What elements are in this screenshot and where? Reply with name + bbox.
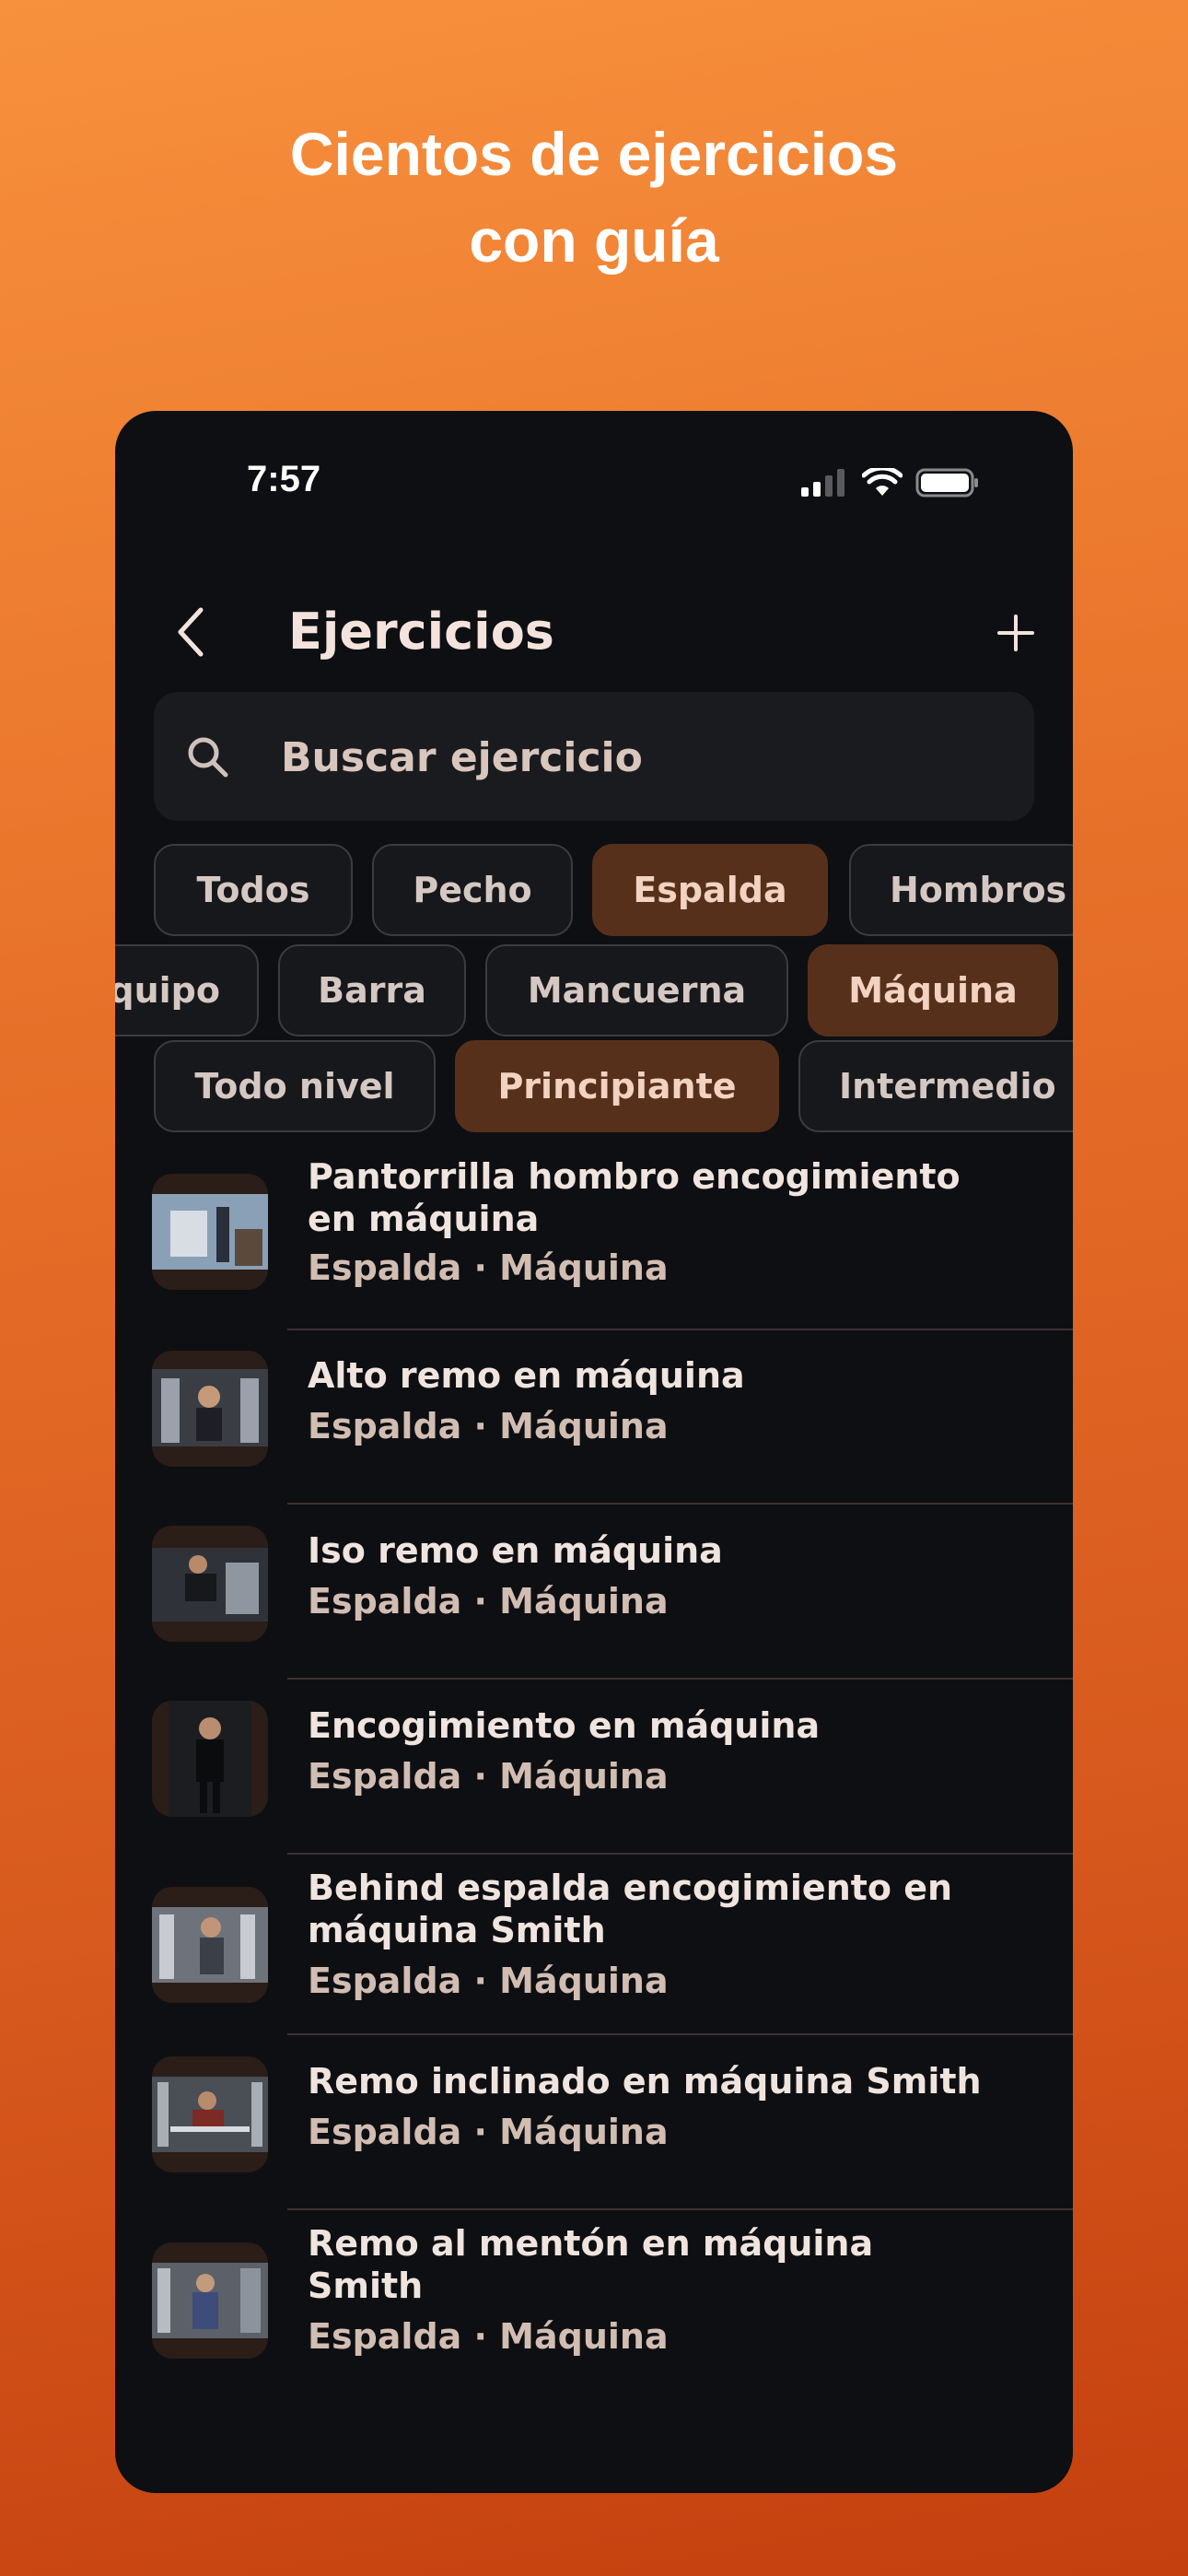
list-item[interactable]: Remo inclinado en máquina Smith Espalda …: [115, 2036, 1073, 2211]
exercise-thumbnail: [152, 2242, 268, 2359]
exercise-subtitle: Espalda · Máquina: [308, 1581, 669, 1622]
search-bar[interactable]: [154, 692, 1034, 821]
chip-espalda[interactable]: Espalda: [592, 844, 828, 936]
exercise-title-line: Smith: [308, 2266, 424, 2306]
exercise-thumbnail: [152, 1351, 268, 1467]
exercise-title-line: Remo al mentón en máquina: [308, 2223, 874, 2264]
headline-line-2: con guía: [469, 206, 719, 275]
exercise-thumbnail: [152, 1701, 268, 1817]
chip-equipo[interactable]: quipo: [115, 944, 259, 1036]
chip-barra[interactable]: Barra: [278, 944, 466, 1036]
chip-principiante[interactable]: Principiante: [455, 1040, 779, 1132]
headline-line-1: Cientos de ejercicios: [289, 120, 899, 188]
list-item[interactable]: Remo al mentón en máquina Smith Espalda …: [115, 2211, 1073, 2392]
exercise-title-line: en máquina: [308, 1199, 540, 1239]
chip-hombros[interactable]: Hombros: [849, 844, 1073, 936]
nav-bar: Ejercicios: [115, 595, 1073, 669]
exercise-thumbnail: [152, 1174, 268, 1290]
divider: [287, 1853, 1073, 1855]
exercise-subtitle: Espalda · Máquina: [308, 1406, 669, 1446]
phone-screen: 7:57 Ejercicios Buscar ejercicio Todos P…: [115, 411, 1073, 2493]
exercise-subtitle: Espalda · Máquina: [308, 2316, 669, 2357]
add-exercise-button[interactable]: [988, 601, 1043, 665]
chip-pecho[interactable]: Pecho: [372, 844, 573, 936]
chip-mancuerna[interactable]: Mancuerna: [485, 944, 788, 1036]
exercise-title-line: Alto remo en máquina: [308, 1355, 745, 1396]
chip-todos[interactable]: Todos: [154, 844, 353, 936]
chevron-left-icon: [178, 607, 204, 657]
muscle-filter-row: Todos Pecho Espalda Hombros: [115, 844, 1073, 945]
divider: [287, 2033, 1073, 2035]
exercise-title-line: Remo inclinado en máquina Smith: [308, 2061, 982, 2102]
exercise-subtitle: Espalda · Máquina: [308, 1247, 669, 1288]
exercise-subtitle: Espalda · Máquina: [308, 2112, 669, 2152]
battery-icon: [915, 468, 978, 498]
exercise-thumbnail: [152, 1526, 268, 1642]
list-item[interactable]: Iso remo en máquina Espalda · Máquina: [115, 1505, 1073, 1680]
exercise-title-line: Behind espalda encogimiento en: [308, 1868, 953, 1908]
promo-headline: Cientos de ejercicios con guía: [0, 111, 1188, 284]
chip-maquina[interactable]: Máquina: [808, 944, 1058, 1036]
cellular-signal-icon: [801, 469, 844, 497]
back-button[interactable]: [163, 595, 218, 669]
chip-intermedio[interactable]: Intermedio: [798, 1040, 1073, 1132]
exercise-subtitle: Espalda · Máquina: [308, 1756, 669, 1797]
chip-todo-nivel[interactable]: Todo nivel: [154, 1040, 436, 1132]
list-item[interactable]: Alto remo en máquina Espalda · Máquina: [115, 1330, 1073, 1505]
list-item[interactable]: Pantorrilla hombro encogimiento en máqui…: [115, 1155, 1073, 1330]
exercise-title-line: Pantorrilla hombro encogimiento: [308, 1156, 961, 1197]
divider: [287, 1678, 1073, 1680]
list-item[interactable]: Encogimiento en máquina Espalda · Máquin…: [115, 1680, 1073, 1856]
search-input[interactable]: [279, 723, 1001, 791]
exercise-thumbnail: [152, 2056, 268, 2172]
divider: [287, 2208, 1073, 2210]
exercise-thumbnail: [152, 1887, 268, 2003]
exercise-title-line: Iso remo en máquina: [308, 1530, 723, 1571]
status-time: 7:57: [247, 459, 321, 499]
plus-icon: [997, 615, 1034, 651]
page-title: Ejercicios: [288, 603, 554, 661]
wifi-icon: [862, 468, 903, 496]
exercise-subtitle: Espalda · Máquina: [308, 1961, 669, 2001]
status-icons: [801, 468, 980, 498]
exercise-title-line: máquina Smith: [308, 1910, 606, 1950]
exercise-title-line: Encogimiento en máquina: [308, 1705, 821, 1746]
search-icon: [188, 737, 228, 778]
divider: [287, 1503, 1073, 1505]
level-filter-row: Todo nivel Principiante Intermedio: [115, 1040, 1073, 1142]
list-item[interactable]: Behind espalda encogimiento en máquina S…: [115, 1856, 1073, 2036]
equipment-filter-row: quipo Barra Mancuerna Máquina: [115, 944, 1073, 1046]
